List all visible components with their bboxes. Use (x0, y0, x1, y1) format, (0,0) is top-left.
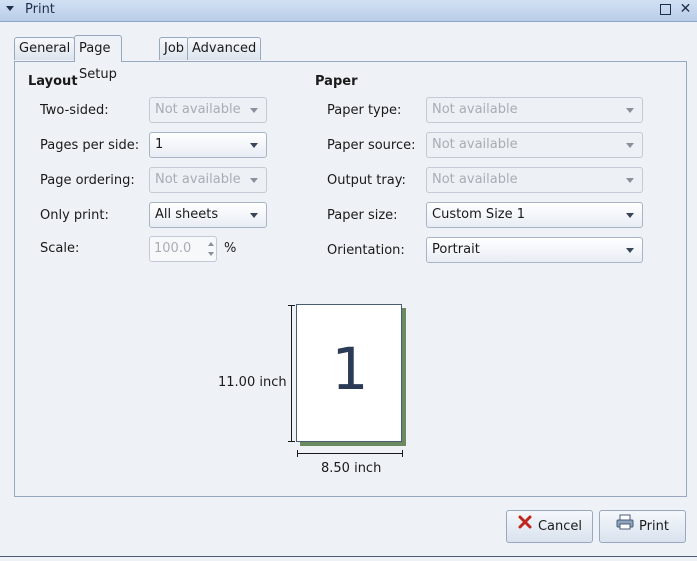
window-title: Print (25, 2, 55, 17)
paper-size-label: Paper size: (327, 208, 398, 223)
width-dimension-cap (297, 450, 298, 457)
tab-job-label: Job (164, 41, 185, 56)
output-tray-select[interactable]: Not available (426, 167, 643, 193)
page-preview-number: 1 (331, 335, 369, 403)
orientation-select[interactable]: Portrait (426, 237, 643, 263)
maximize-icon[interactable] (660, 4, 671, 15)
only-print-value: All sheets (155, 207, 219, 222)
chevron-down-icon (626, 248, 634, 253)
page-ordering-value: Not available (155, 172, 241, 187)
height-dimension-line (291, 305, 292, 442)
print-button-label: Print (639, 519, 669, 534)
tab-page-setup-label: Page Setup (79, 41, 117, 82)
chevron-down-icon (626, 108, 634, 113)
paper-source-value: Not available (432, 137, 518, 152)
width-dimension-label: 8.50 inch (321, 461, 382, 476)
chevron-down-icon (250, 178, 258, 183)
orientation-label: Orientation: (327, 243, 405, 258)
paper-type-value: Not available (432, 102, 518, 117)
paper-source-select[interactable]: Not available (426, 132, 643, 158)
tab-general-label: General (19, 41, 71, 56)
tab-job[interactable]: Job (159, 37, 190, 60)
pages-per-side-select[interactable]: 1 (149, 132, 267, 158)
pages-per-side-label: Pages per side: (40, 138, 140, 153)
page-ordering-select[interactable]: Not available (149, 167, 267, 193)
window-menu-icon[interactable] (6, 6, 14, 11)
spin-down-icon[interactable] (208, 252, 214, 256)
two-sided-value: Not available (155, 102, 241, 117)
title-bar[interactable]: Print ✕ (0, 0, 697, 22)
tab-general[interactable]: General (14, 37, 76, 60)
only-print-label: Only print: (40, 208, 109, 223)
cancel-button-label: Cancel (537, 519, 583, 534)
paper-size-value: Custom Size 1 (432, 207, 526, 222)
paper-source-label: Paper source: (327, 138, 416, 153)
chevron-down-icon (626, 143, 634, 148)
paper-size-select[interactable]: Custom Size 1 (426, 202, 643, 228)
window-bottom-border (0, 556, 697, 557)
scale-spinbutton[interactable]: 100.0 (149, 236, 217, 262)
chevron-down-icon (626, 178, 634, 183)
height-dimension-label: 11.00 inch (218, 375, 287, 390)
chevron-down-icon (250, 108, 258, 113)
spin-up-icon[interactable] (208, 242, 214, 246)
two-sided-label: Two-sided: (40, 103, 109, 118)
height-dimension-cap (288, 441, 295, 442)
output-tray-label: Output tray: (327, 173, 406, 188)
width-dimension-line (297, 453, 403, 454)
chevron-down-icon (250, 143, 258, 148)
tab-advanced[interactable]: Advanced (187, 37, 262, 60)
paper-type-label: Paper type: (327, 103, 402, 118)
scale-value: 100.0 (154, 241, 192, 256)
cancel-button[interactable]: Cancel (506, 510, 593, 543)
paper-section-title: Paper (315, 74, 358, 89)
tab-page-setup[interactable]: Page Setup (74, 35, 122, 82)
pages-per-side-value: 1 (155, 137, 164, 152)
print-button[interactable]: Print (599, 510, 686, 543)
chevron-down-icon (626, 213, 634, 218)
close-icon[interactable]: ✕ (679, 2, 692, 16)
printer-icon (616, 511, 634, 542)
scale-label: Scale: (40, 241, 80, 256)
tab-advanced-label: Advanced (192, 41, 257, 56)
only-print-select[interactable]: All sheets (149, 202, 267, 228)
height-dimension-cap (288, 305, 295, 306)
chevron-down-icon (250, 213, 258, 218)
width-dimension-cap (402, 450, 403, 457)
paper-type-select[interactable]: Not available (426, 97, 643, 123)
layout-section-title: Layout (28, 74, 78, 89)
output-tray-value: Not available (432, 172, 518, 187)
cancel-x-icon (517, 511, 533, 542)
orientation-value: Portrait (432, 242, 480, 257)
two-sided-select[interactable]: Not available (149, 97, 267, 123)
scale-unit: % (224, 241, 237, 256)
page-ordering-label: Page ordering: (40, 173, 135, 188)
page-preview: 1 (296, 304, 402, 442)
